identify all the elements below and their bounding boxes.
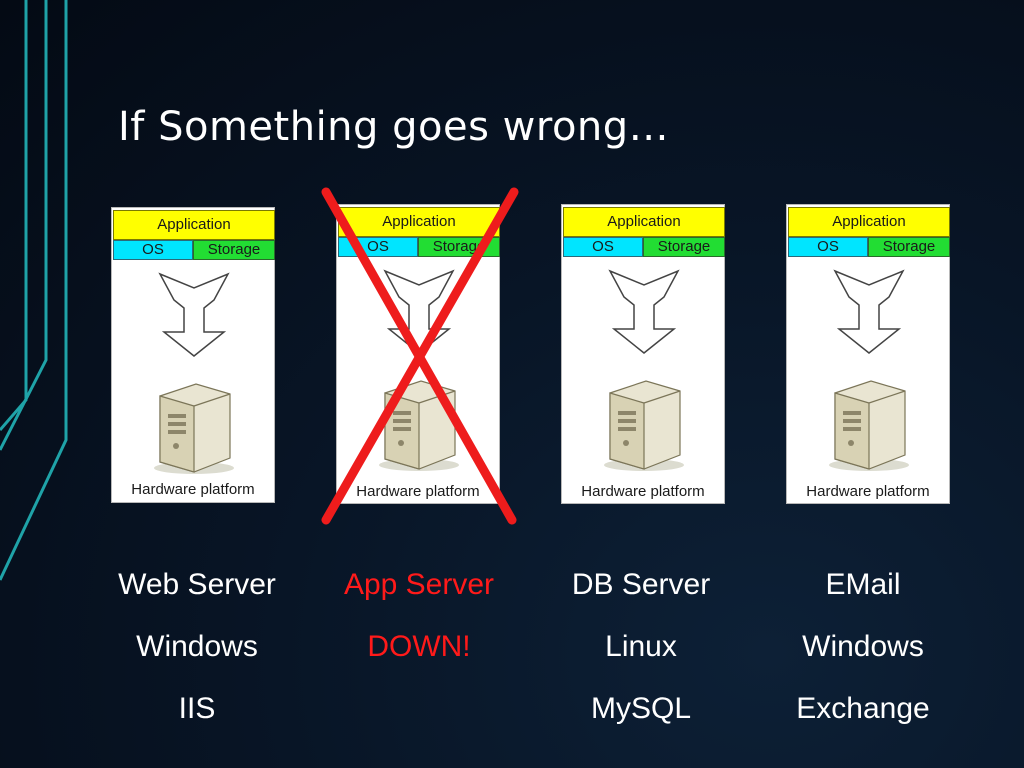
server-tower-icon <box>829 380 909 471</box>
down-arrow-icon <box>833 269 905 354</box>
os-layer: OS <box>563 237 643 257</box>
storage-layer: Storage <box>868 237 950 257</box>
os-layer: OS <box>788 237 868 257</box>
caption-line <box>299 678 539 740</box>
caption-app-server: App Server DOWN! <box>299 554 539 740</box>
caption-line: Windows <box>802 630 924 663</box>
os-layer: OS <box>113 240 193 260</box>
caption-line: MySQL <box>590 692 692 725</box>
caption-line: Exchange <box>796 692 930 725</box>
application-layer: Application <box>563 207 725 237</box>
application-layer: Application <box>788 207 950 237</box>
server-tower-icon <box>604 380 684 471</box>
down-arrow-icon <box>158 272 230 357</box>
stack-card-web-server: Application OS Storage Hardware platform <box>111 207 275 503</box>
deco-line-1 <box>0 0 48 451</box>
hardware-platform-label: Hardware platform <box>581 483 705 500</box>
down-arrow-icon <box>608 269 680 354</box>
caption-email-server: EMail Windows Exchange <box>743 554 983 740</box>
caption-line: DB Server <box>571 568 711 601</box>
hardware-platform-label: Hardware platform <box>806 483 930 500</box>
slide-title: If Something goes wrong… <box>118 104 670 150</box>
deco-line-2 <box>0 0 68 581</box>
deco-line-3 <box>0 0 28 431</box>
storage-layer: Storage <box>643 237 725 257</box>
hardware-platform-label: Hardware platform <box>131 481 255 498</box>
caption-line: DOWN! <box>367 630 471 663</box>
caption-line: App Server <box>343 568 495 601</box>
server-tower-icon <box>154 383 234 474</box>
red-x-icon <box>321 187 519 525</box>
caption-web-server: Web Server Windows IIS <box>77 554 317 740</box>
caption-db-server: DB Server Linux MySQL <box>521 554 761 740</box>
caption-line: EMail <box>825 568 901 601</box>
caption-line: IIS <box>178 692 216 725</box>
stack-card-db-server: Application OS Storage Hardware platform <box>561 204 725 504</box>
storage-layer: Storage <box>193 240 275 260</box>
caption-line: Web Server <box>118 568 276 601</box>
caption-line: Linux <box>605 630 677 663</box>
application-layer: Application <box>113 210 275 240</box>
caption-line: Windows <box>136 630 258 663</box>
stack-card-email-server: Application OS Storage Hardware platform <box>786 204 950 504</box>
